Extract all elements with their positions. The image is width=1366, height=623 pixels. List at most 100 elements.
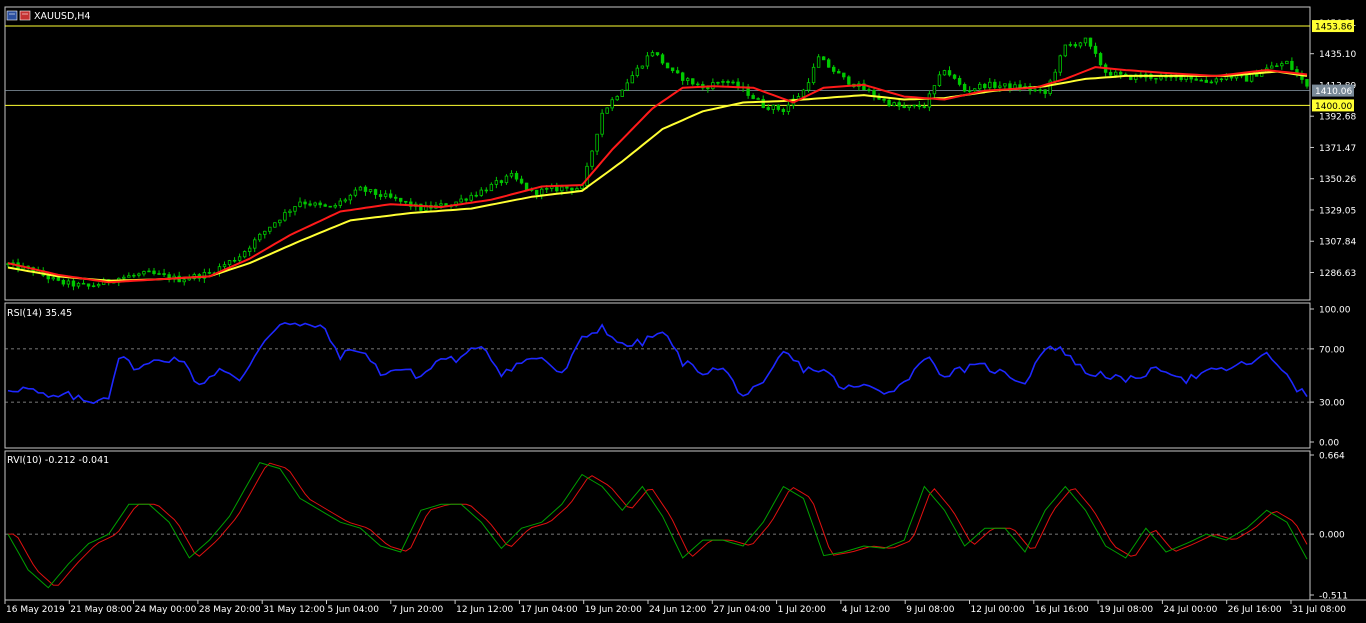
candle-body-bull [1270,65,1274,69]
candle [555,182,559,193]
candle-body-bull [1209,81,1214,84]
candle-body-bear [1194,78,1198,81]
candle [686,77,690,86]
bid-price-label: 1410.06 [1315,87,1352,97]
price-pane-frame [4,6,1311,301]
candle-body-bull [439,203,443,206]
candle-body-bull [268,226,272,232]
candle [696,81,700,87]
candle-body-bull [630,75,635,84]
candle-body-bear [675,70,680,74]
candle-body-bear [565,186,569,189]
candle [957,75,962,87]
candle-body-bull [459,198,463,203]
candle-body-bull [978,83,982,90]
candle-body-bull [509,172,514,177]
candle-body-bull [635,67,640,76]
candle [892,101,896,107]
candle [1300,70,1304,84]
candle-body-bear [922,106,927,108]
candle-body-bear [1290,60,1294,70]
candle [147,268,151,273]
candle-body-bull [942,70,947,76]
candle [373,188,378,199]
candle-body-bear [1008,83,1012,90]
candle [806,78,811,93]
candle-body-bull [1275,65,1279,68]
candle-body-bear [706,87,710,90]
time-tick-label: 1 Jul 20:00 [778,605,827,615]
candle [680,71,685,85]
ma-slow-line [7,70,1308,282]
candle [514,170,519,182]
candle [1214,75,1219,85]
candle-body-bear [152,270,156,274]
candle-body-bull [645,55,650,67]
candle-body-bear [519,178,524,184]
candle [927,90,932,112]
candle-body-bull [91,285,96,288]
candle [993,79,997,90]
candle [832,65,836,75]
candle-body-bear [962,83,967,92]
candle-body-bull [811,66,816,84]
candle-body-bull [585,165,589,186]
time-tick-label: 12 Jul 00:00 [971,605,1025,615]
candle-body-bull [76,282,81,287]
candle-body-bull [358,186,363,191]
candle [509,170,514,179]
candle-body-bear [1088,37,1093,47]
candle [162,268,166,277]
candle [288,208,292,217]
time-tick-label: 17 Jun 04:00 [520,605,577,615]
candle-body-bear [484,189,489,192]
candle [1154,77,1158,84]
price-tick-label: 1329.05 [1319,206,1356,216]
candle-body-bear [1305,79,1309,87]
candle [358,185,363,191]
candle-body-bear [761,98,765,108]
rvi-tick-label: 0.000 [1319,531,1345,541]
candle [897,98,901,111]
candle-body-bull [147,270,151,273]
candle-body-bear [952,74,957,79]
candle-body-bull [1083,37,1088,44]
candle-body-bull [489,183,494,192]
price-tick-label: 1286.63 [1319,269,1356,279]
price-tick-label: 1392.68 [1319,113,1356,123]
candle [1073,42,1078,49]
candle [1179,75,1183,82]
chart-canvas[interactable]: 1435.10 1392.68 1371.47 1350.26 1329.05 1307.… [0,0,1366,619]
candle [253,237,257,253]
candle [1103,62,1108,77]
candle-body-bear [842,72,846,78]
candle [207,268,212,275]
candle-body-bear [826,59,831,68]
candle-body-bear [726,81,730,84]
candle-body-bull [1068,44,1073,46]
candle [1249,73,1254,83]
candle [242,250,247,259]
candle-body-bear [157,273,161,275]
candle-body-bull [716,81,720,84]
candle [283,209,287,222]
chart-window: 1435.10 1392.68 1371.47 1350.26 1329.05 1307.… [0,0,1366,619]
hline-upper-label: 1453.86 [1315,23,1352,33]
candle [489,182,494,192]
candle-body-bull [806,82,811,91]
candle [1068,41,1073,47]
candle-body-bull [650,52,655,57]
candle [217,263,222,277]
candle-body-bear [756,98,760,100]
candle-body-bear [71,280,76,287]
candle-body-bear [867,89,871,91]
candle [393,194,398,202]
candle-body-bull [1249,73,1254,82]
candle-body-bear [46,274,50,280]
candle [811,63,816,85]
candle [605,107,609,114]
candle [1159,73,1163,81]
candle-body-bull [66,280,71,285]
candle-body-bear [318,202,322,206]
candle-body-bear [328,205,332,208]
